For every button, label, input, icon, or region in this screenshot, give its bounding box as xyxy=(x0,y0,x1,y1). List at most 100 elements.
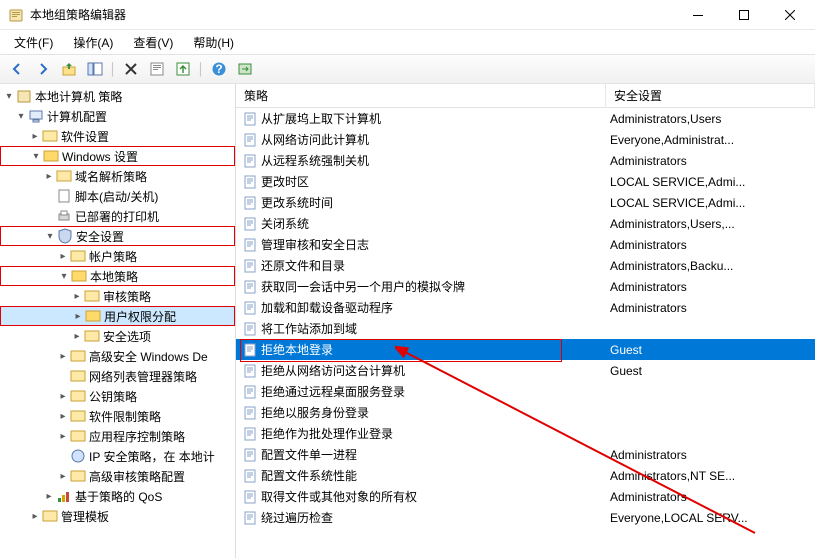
tree-printers[interactable]: ▸已部署的打印机 xyxy=(0,206,235,226)
expand-icon[interactable]: ▸ xyxy=(56,346,70,366)
expand-icon[interactable]: ▸ xyxy=(56,246,70,266)
tree-label: 软件限制策略 xyxy=(89,408,161,425)
up-button[interactable] xyxy=(58,58,80,80)
tree-root[interactable]: ▾ 本地计算机 策略 xyxy=(0,86,235,106)
policy-row[interactable]: 拒绝从网络访问这台计算机Guest xyxy=(236,360,815,381)
expand-icon[interactable]: ▸ xyxy=(28,506,42,526)
expand-icon[interactable]: ▸ xyxy=(71,306,85,326)
tree-netlist[interactable]: ▸网络列表管理器策略 xyxy=(0,366,235,386)
delete-button[interactable] xyxy=(120,58,142,80)
column-policy[interactable]: 策略 xyxy=(236,84,606,108)
tree-local-policy[interactable]: ▾本地策略 xyxy=(0,266,235,286)
tree-qos[interactable]: ▸基于策略的 QoS xyxy=(0,486,235,506)
expand-icon[interactable]: ▸ xyxy=(28,126,42,146)
policy-row[interactable]: 从扩展坞上取下计算机Administrators,Users xyxy=(236,108,815,129)
expand-icon[interactable]: ▾ xyxy=(14,106,28,126)
export-button[interactable] xyxy=(172,58,194,80)
help-button[interactable]: ? xyxy=(208,58,230,80)
tree-scripts[interactable]: ▸脚本(启动/关机) xyxy=(0,186,235,206)
tree-label: IP 安全策略，在 本地计 xyxy=(89,448,215,465)
maximize-button[interactable] xyxy=(721,0,767,30)
expand-icon[interactable]: ▸ xyxy=(56,426,70,446)
expand-icon[interactable]: ▸ xyxy=(56,386,70,406)
expand-icon[interactable]: ▸ xyxy=(56,406,70,426)
window-title: 本地组策略编辑器 xyxy=(30,6,675,23)
list-body[interactable]: 从扩展坞上取下计算机Administrators,Users从网络访问此计算机E… xyxy=(236,108,815,558)
policy-icon xyxy=(242,279,258,295)
column-setting[interactable]: 安全设置 xyxy=(606,84,815,108)
tree-pane[interactable]: ▾ 本地计算机 策略 ▾ 计算机配置 ▸软件设置 xyxy=(0,84,236,558)
ipsec-icon xyxy=(70,448,86,464)
expand-icon[interactable]: ▾ xyxy=(2,86,16,106)
tree-computer-config[interactable]: ▾ 计算机配置 xyxy=(0,106,235,126)
policy-icon xyxy=(242,195,258,211)
policy-row[interactable]: 拒绝通过远程桌面服务登录 xyxy=(236,381,815,402)
policy-icon xyxy=(242,258,258,274)
back-button[interactable] xyxy=(6,58,28,80)
menu-view[interactable]: 查看(V) xyxy=(123,31,183,54)
tree-account-policy[interactable]: ▸帐户策略 xyxy=(0,246,235,266)
policy-row[interactable]: 拒绝以服务身份登录 xyxy=(236,402,815,423)
tree-dns[interactable]: ▸域名解析策略 xyxy=(0,166,235,186)
tree-software[interactable]: ▸软件设置 xyxy=(0,126,235,146)
policy-row[interactable]: 配置文件系统性能Administrators,NT SE... xyxy=(236,465,815,486)
policy-row[interactable]: 取得文件或其他对象的所有权Administrators xyxy=(236,486,815,507)
expand-icon[interactable]: ▾ xyxy=(29,146,43,166)
tree-security-options[interactable]: ▸安全选项 xyxy=(0,326,235,346)
folder-icon xyxy=(70,368,86,384)
policy-icon xyxy=(242,300,258,316)
tree-swrestrict[interactable]: ▸ 软件限制策略 xyxy=(0,406,235,426)
expand-icon[interactable]: ▾ xyxy=(43,226,57,246)
tree-pubkey[interactable]: ▸公钥策略 xyxy=(0,386,235,406)
menu-file[interactable]: 文件(F) xyxy=(4,31,63,54)
tree-user-rights[interactable]: ▸用户权限分配 xyxy=(0,306,235,326)
folder-icon xyxy=(70,408,86,424)
policy-row[interactable]: 拒绝作为批处理作业登录 xyxy=(236,423,815,444)
policy-row[interactable]: 从远程系统强制关机Administrators xyxy=(236,150,815,171)
policy-row[interactable]: 将工作站添加到域 xyxy=(236,318,815,339)
tree-ipsec[interactable]: ▸IP 安全策略，在 本地计 xyxy=(0,446,235,466)
action-button[interactable] xyxy=(234,58,256,80)
policy-row[interactable]: 管理审核和安全日志Administrators xyxy=(236,234,815,255)
policy-name: 管理审核和安全日志 xyxy=(261,236,369,253)
tree-admin-templates[interactable]: ▸管理模板 xyxy=(0,506,235,526)
policy-row[interactable]: 还原文件和目录Administrators,Backu... xyxy=(236,255,815,276)
tree-advaudit[interactable]: ▸ 高级审核策略配置 xyxy=(0,466,235,486)
policy-row[interactable]: 绕过遍历检查Everyone,LOCAL SERV... xyxy=(236,507,815,528)
minimize-button[interactable] xyxy=(675,0,721,30)
policy-row[interactable]: 拒绝本地登录Guest xyxy=(236,339,815,360)
menu-help[interactable]: 帮助(H) xyxy=(183,31,244,54)
expand-icon[interactable]: ▸ xyxy=(56,466,70,486)
policy-setting: Administrators,Users xyxy=(606,112,815,126)
separator: │ xyxy=(110,58,116,80)
policy-row[interactable]: 获取同一会话中另一个用户的模拟令牌Administrators xyxy=(236,276,815,297)
forward-button[interactable] xyxy=(32,58,54,80)
tree-label: 网络列表管理器策略 xyxy=(89,368,197,385)
tree-audit[interactable]: ▸审核策略 xyxy=(0,286,235,306)
tree-windows-settings[interactable]: ▾Windows 设置 xyxy=(0,146,235,166)
policy-row[interactable]: 关闭系统Administrators,Users,... xyxy=(236,213,815,234)
tree-label: 高级审核策略配置 xyxy=(89,468,185,485)
expand-icon[interactable]: ▸ xyxy=(70,286,84,306)
printer-icon xyxy=(56,208,72,224)
show-hide-tree-button[interactable] xyxy=(84,58,106,80)
tree-label: 计算机配置 xyxy=(47,108,107,125)
tree-advanced-fw[interactable]: ▸高级安全 Windows De xyxy=(0,346,235,366)
policy-row[interactable]: 更改时区LOCAL SERVICE,Admi... xyxy=(236,171,815,192)
shield-icon xyxy=(57,228,73,244)
policy-row[interactable]: 从网络访问此计算机Everyone,Administrat... xyxy=(236,129,815,150)
expand-icon[interactable]: ▸ xyxy=(42,486,56,506)
policy-row[interactable]: 加载和卸载设备驱动程序Administrators xyxy=(236,297,815,318)
properties-button[interactable] xyxy=(146,58,168,80)
folder-open-icon xyxy=(43,148,59,164)
expand-icon[interactable]: ▸ xyxy=(42,166,56,186)
tree-appctrl[interactable]: ▸应用程序控制策略 xyxy=(0,426,235,446)
expand-icon[interactable]: ▸ xyxy=(70,326,84,346)
policy-row[interactable]: 更改系统时间LOCAL SERVICE,Admi... xyxy=(236,192,815,213)
close-button[interactable] xyxy=(767,0,813,30)
menu-action[interactable]: 操作(A) xyxy=(63,31,123,54)
expand-icon[interactable]: ▾ xyxy=(57,266,71,286)
policy-row[interactable]: 配置文件单一进程Administrators xyxy=(236,444,815,465)
tree-security[interactable]: ▾安全设置 xyxy=(0,226,235,246)
policy-name: 配置文件系统性能 xyxy=(261,467,357,484)
